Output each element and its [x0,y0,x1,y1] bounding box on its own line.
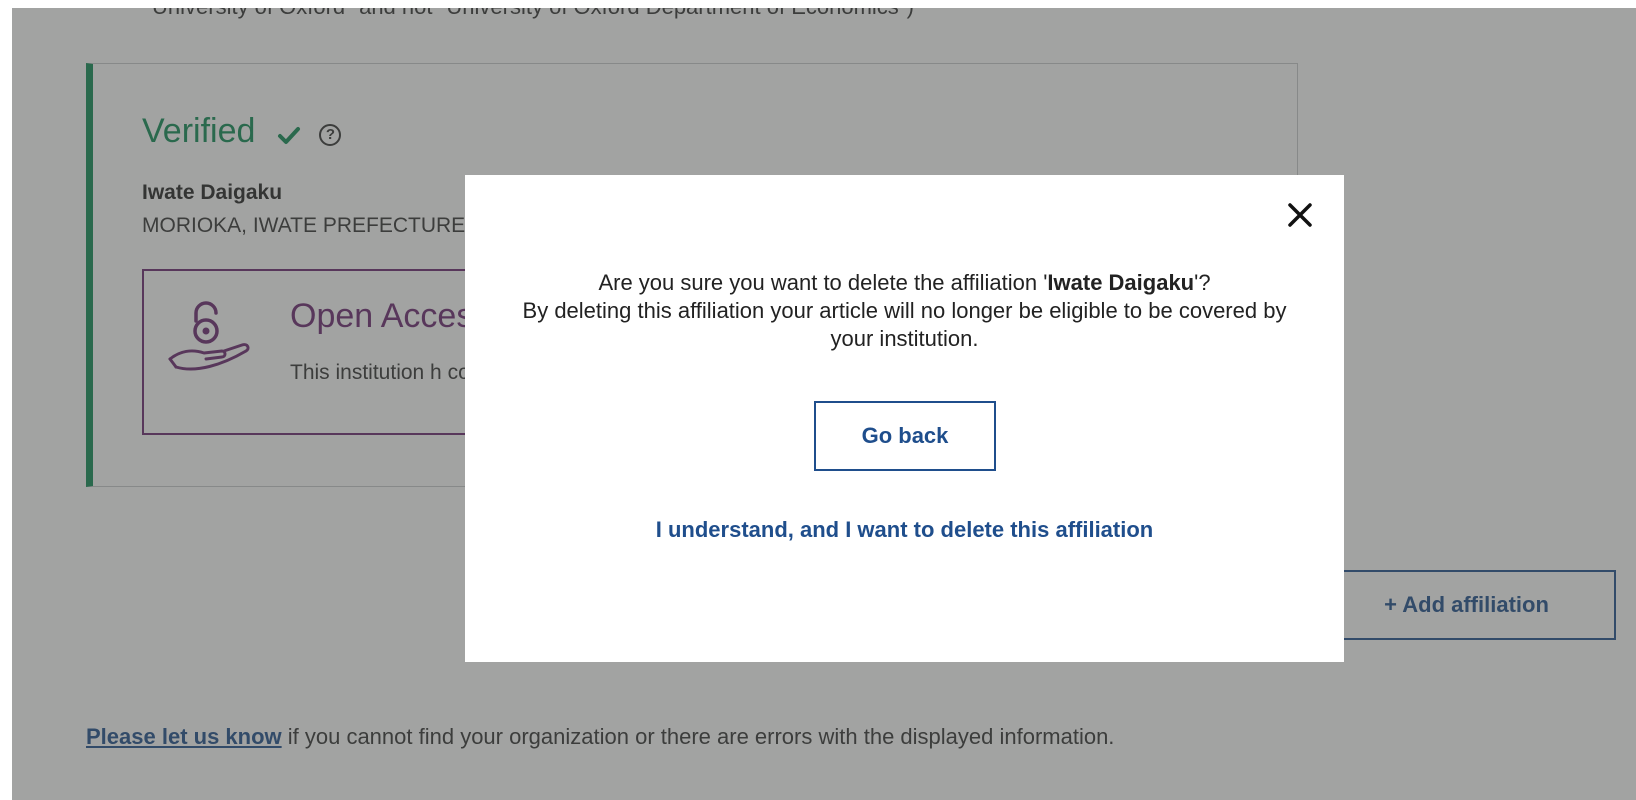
delete-affiliation-dialog: Are you sure you want to delete the affi… [465,175,1344,662]
dialog-message: Are you sure you want to delete the affi… [505,269,1304,353]
close-icon[interactable] [1284,199,1316,231]
affiliation-name: Iwate Daigaku [1047,270,1195,295]
dialog-explanation: By deleting this affiliation your articl… [522,298,1287,351]
go-back-button[interactable]: Go back [814,401,996,471]
question-suffix: '? [1194,270,1211,295]
question-prefix: Are you sure you want to delete the affi… [598,270,1048,295]
confirm-delete-link[interactable]: I understand, and I want to delete this … [465,517,1344,543]
